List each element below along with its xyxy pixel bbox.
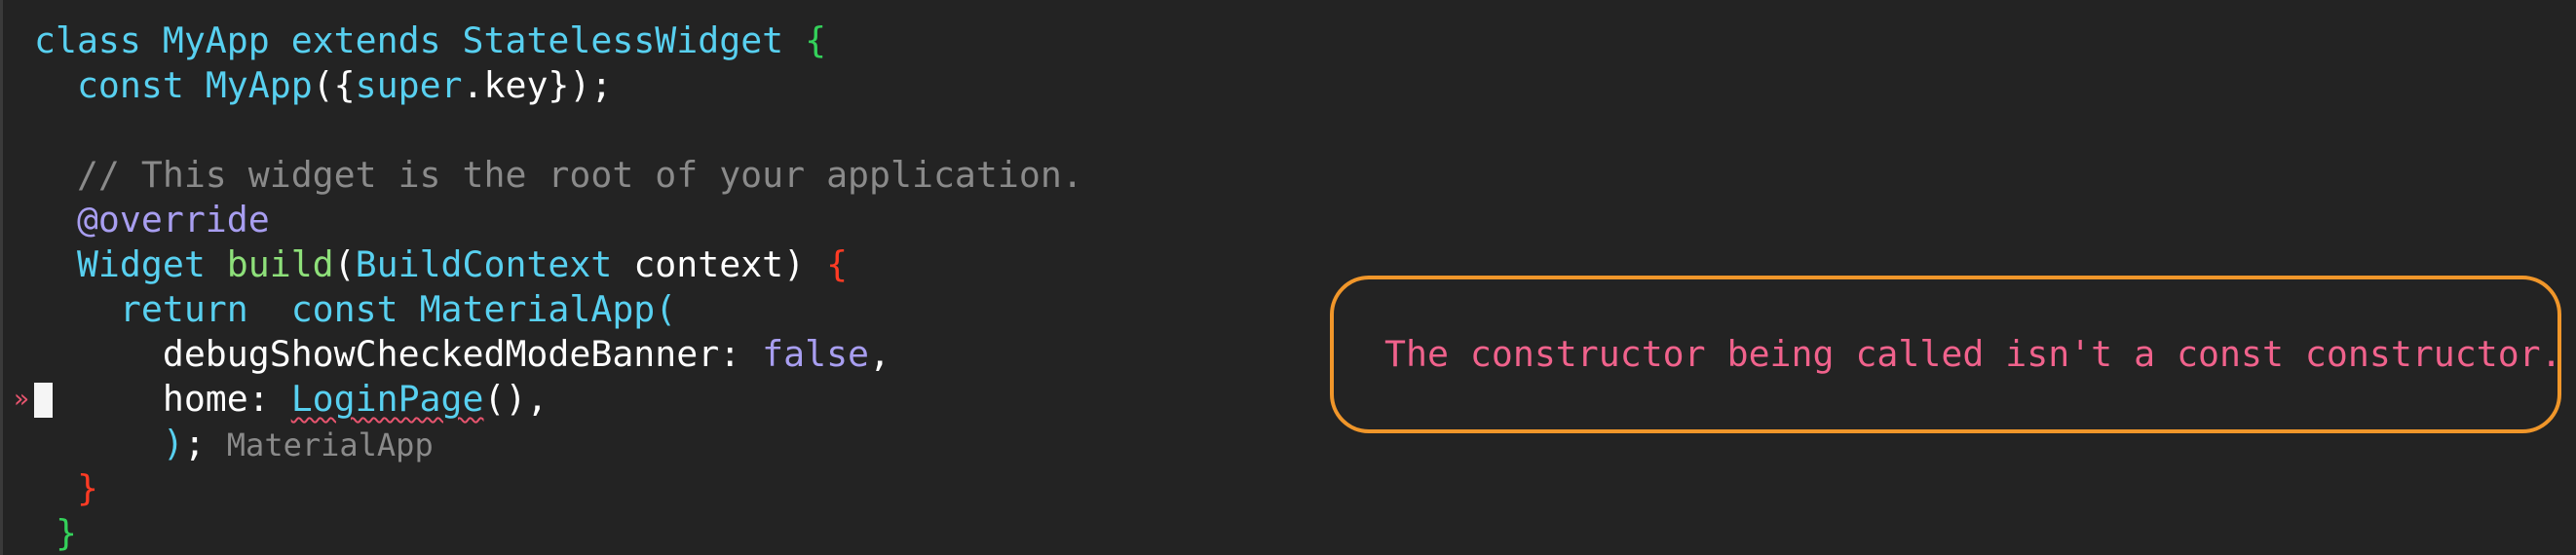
code-token: MyApp <box>162 19 291 61</box>
code-token: ({ <box>312 64 356 106</box>
code-token: debugShowCheckedModeBanner: <box>34 333 763 375</box>
code-token: class <box>34 19 163 61</box>
diagnostic-callout: The constructor being called isn't a con… <box>1330 276 2562 433</box>
code-line-4[interactable]: // This widget is the root of your appli… <box>34 153 1083 198</box>
code-line-1[interactable]: class MyApp extends StatelessWidget { <box>34 18 826 63</box>
current-line-gutter: » <box>0 377 58 422</box>
diagnostic-message: The constructor being called isn't a con… <box>1384 333 2562 375</box>
code-token: } <box>34 467 98 509</box>
code-line-6[interactable]: Widget build(BuildContext context) { <box>34 242 848 287</box>
code-token: MaterialApp <box>419 288 656 330</box>
code-line-8[interactable]: debugShowCheckedModeBanner: false, <box>34 332 890 377</box>
code-token: } <box>34 512 77 554</box>
code-token: @override <box>34 199 270 240</box>
code-token: ( <box>333 243 356 285</box>
code-line-7[interactable]: return const MaterialApp( <box>34 287 676 332</box>
code-area[interactable]: class MyApp extends StatelessWidget { co… <box>0 0 1286 555</box>
code-token: MyApp <box>205 64 313 106</box>
code-line-12[interactable]: } <box>34 511 77 555</box>
code-token: context) <box>633 243 827 285</box>
error-token: LoginPage <box>290 378 484 420</box>
code-token: ; <box>183 423 227 464</box>
code-token: const <box>34 64 206 106</box>
code-token: ) <box>34 423 184 464</box>
code-token: .key}); <box>462 64 613 106</box>
code-token: false <box>762 333 870 375</box>
code-token: { <box>826 243 849 285</box>
text-cursor <box>34 383 53 418</box>
code-line-2[interactable]: const MyApp({super.key}); <box>34 63 612 108</box>
code-token: Widget <box>34 243 227 285</box>
code-token: extends <box>290 19 463 61</box>
code-token: { <box>805 19 827 61</box>
error-marker-icon[interactable]: » <box>14 377 29 422</box>
code-token: ( <box>655 288 677 330</box>
code-token: super <box>355 64 463 106</box>
code-editor[interactable]: class MyApp extends StatelessWidget { co… <box>0 0 2576 555</box>
code-line-11[interactable]: } <box>34 466 98 511</box>
code-line-9[interactable]: home: LoginPage(), <box>34 377 549 422</box>
code-token: build <box>226 243 334 285</box>
code-token: , <box>869 333 891 375</box>
code-token: BuildContext <box>355 243 634 285</box>
code-token: home: <box>34 378 291 420</box>
code-token: StatelessWidget <box>462 19 806 61</box>
code-token: MaterialApp <box>226 426 434 463</box>
code-token: // This widget is the root of your appli… <box>34 154 1083 196</box>
code-line-10[interactable]: ); MaterialApp <box>34 422 434 466</box>
code-token: return const <box>34 288 420 330</box>
code-line-5[interactable]: @override <box>34 198 270 242</box>
code-token: (), <box>483 378 549 420</box>
